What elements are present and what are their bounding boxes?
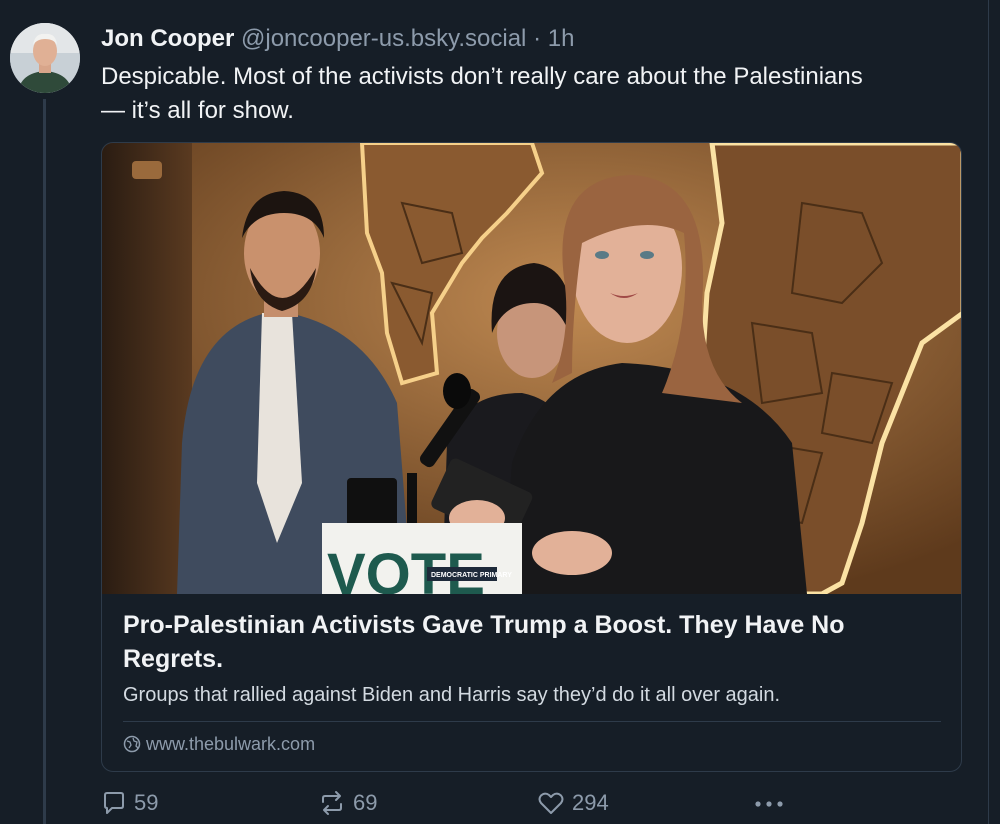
embed-domain-row[interactable]: www.thebulwark.com — [123, 732, 315, 756]
embed-description: Groups that rallied against Biden and Ha… — [123, 684, 781, 706]
more-options-button[interactable] — [752, 788, 786, 818]
like-count: 294 — [572, 790, 609, 815]
speech-bubble-icon — [104, 792, 124, 814]
repost-count: 69 — [353, 790, 378, 815]
ellipsis-icon — [755, 801, 783, 807]
globe-icon — [123, 735, 141, 753]
avatar-photo — [10, 23, 80, 93]
embed-divider — [123, 721, 941, 722]
thread-connector-line — [43, 99, 46, 824]
like-button[interactable]: 294 — [537, 788, 609, 818]
repost-arrows-icon — [322, 791, 342, 815]
embed-title[interactable]: Pro-Palestinian Activists Gave Trump a B… — [123, 608, 923, 676]
scrollbar-track[interactable] — [988, 0, 1000, 824]
author-name[interactable]: Jon Cooper — [101, 25, 234, 52]
link-preview-card[interactable]: VOTE DEMOCRATIC PRIMARY Pro-Palestinian … — [101, 142, 962, 772]
post-timestamp[interactable]: 1h — [548, 25, 575, 52]
sign-small-text: DEMOCRATIC PRIMARY — [431, 572, 512, 579]
reply-count: 59 — [134, 790, 159, 815]
reply-button[interactable]: 59 — [101, 788, 158, 818]
embed-domain-text: www.thebulwark.com — [146, 733, 316, 754]
post-header: Jon Cooper @joncooper-us.bsky.social · 1… — [101, 24, 574, 54]
post-actions-bar: 59 69 294 — [101, 788, 801, 818]
post-body-text: Despicable. Most of the activists don’t … — [101, 63, 863, 124]
header-separator: · — [533, 25, 542, 52]
author-avatar[interactable] — [10, 23, 80, 93]
embed-thumbnail-image: VOTE DEMOCRATIC PRIMARY — [102, 143, 961, 594]
repost-button[interactable]: 69 — [318, 788, 377, 818]
heart-icon — [538, 792, 564, 814]
author-handle[interactable]: @joncooper-us.bsky.social — [241, 25, 526, 52]
